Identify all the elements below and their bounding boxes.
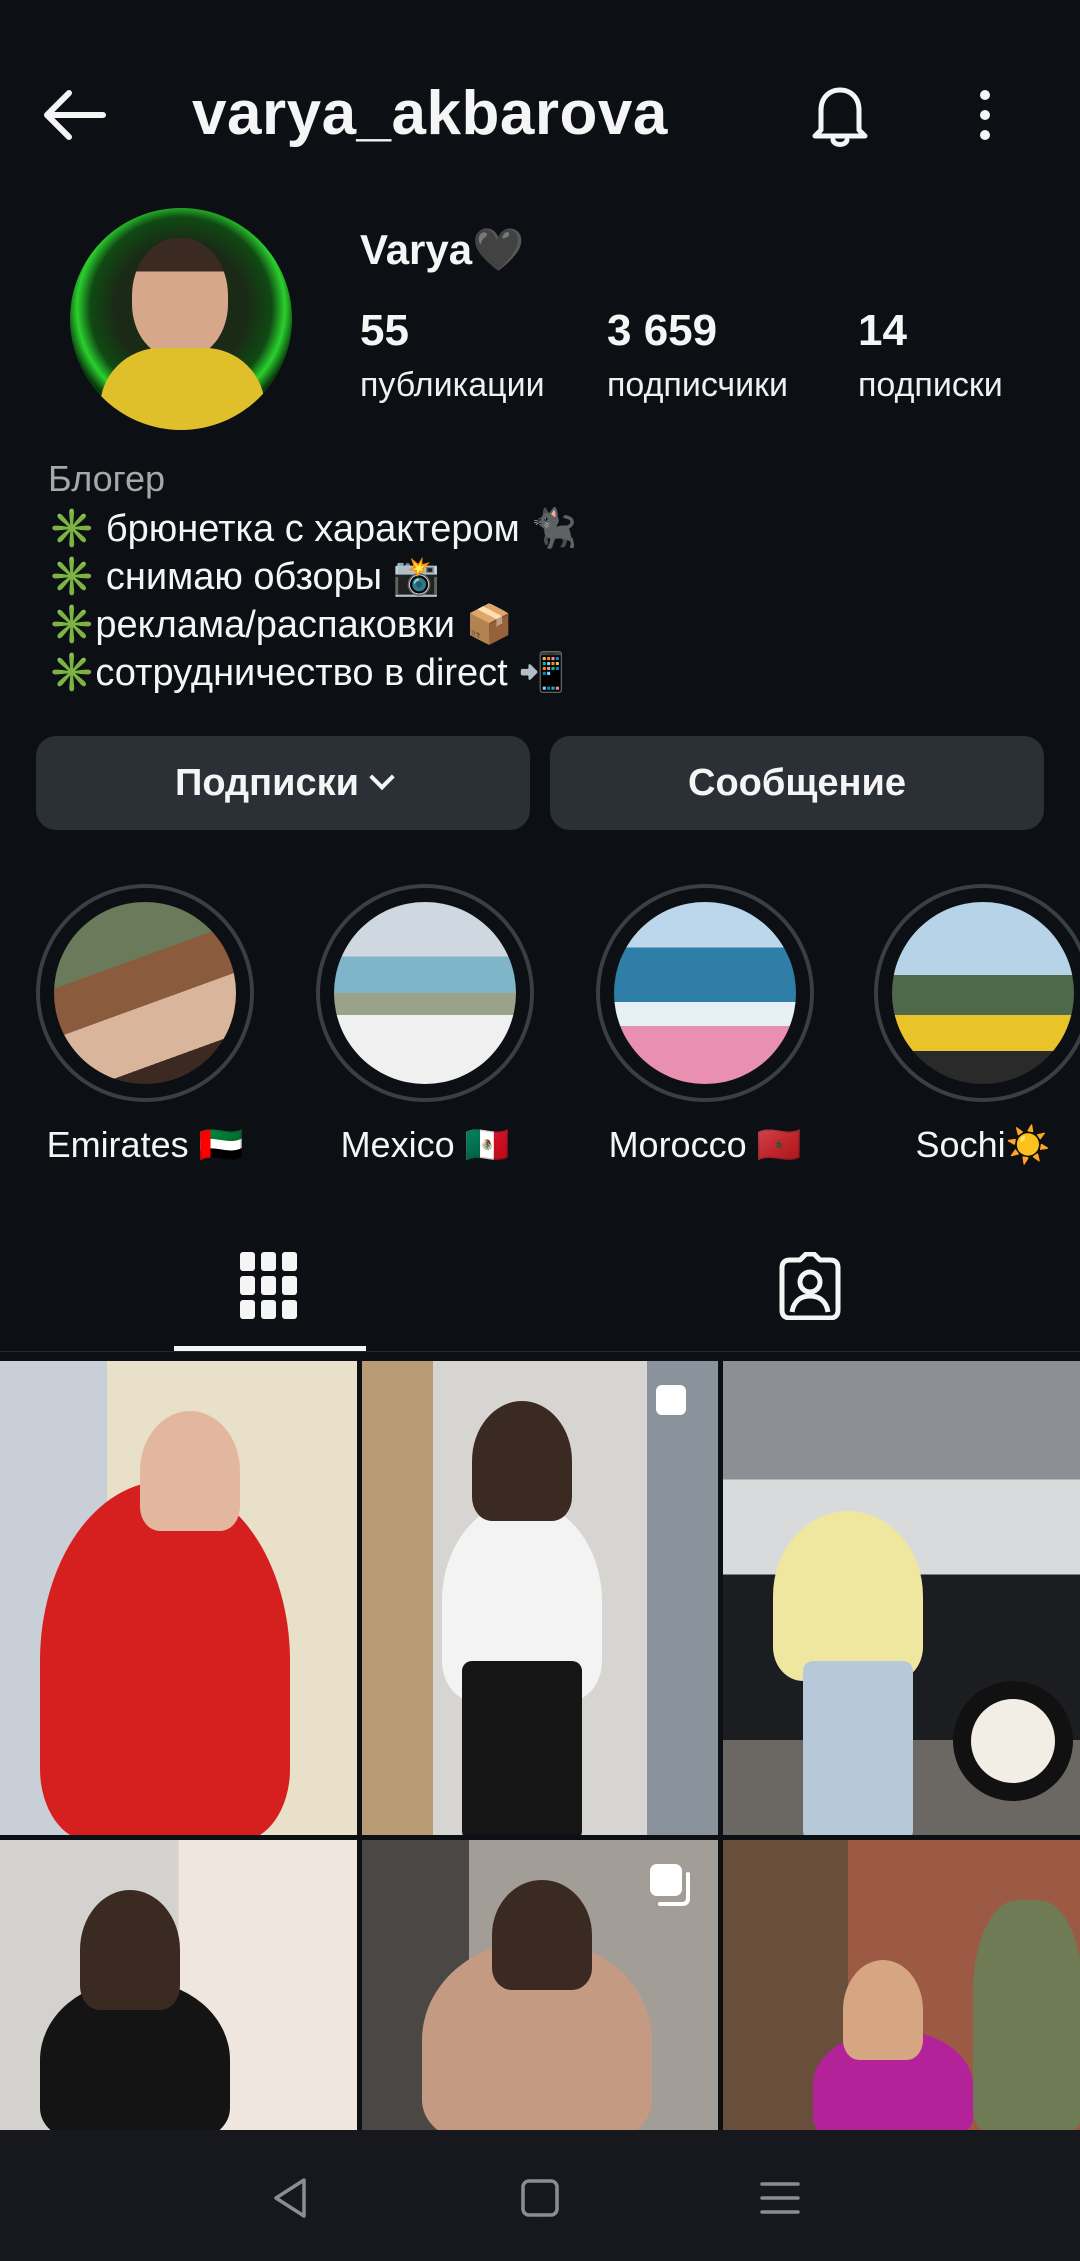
avatar-face — [132, 238, 228, 358]
notifications-button[interactable] — [800, 70, 880, 160]
stat-posts-value: 55 — [360, 306, 409, 355]
highlight-mexico[interactable]: Mexico 🇲🇽 — [312, 884, 538, 1166]
highlight-sochi[interactable]: Sochi☀️ — [870, 884, 1080, 1166]
post-subject — [40, 1481, 290, 1835]
stat-following[interactable]: 14 подписки — [858, 306, 1003, 405]
bio-bullet: ✳️ — [48, 508, 96, 550]
profile-category: Блогер — [48, 458, 166, 499]
post-subject-head — [140, 1411, 240, 1531]
grid-icon — [240, 1252, 297, 1319]
message-button[interactable]: Сообщение — [550, 736, 1044, 830]
post-thumbnail[interactable] — [362, 1840, 718, 2130]
nav-back-button[interactable] — [250, 2165, 330, 2230]
profile-username: varya_akbarova — [192, 79, 668, 148]
highlight-emirates[interactable]: Emirates 🇦🇪 — [32, 884, 258, 1166]
highlight-cover — [54, 902, 236, 1084]
back-arrow-icon — [44, 90, 106, 140]
highlight-label: Mexico 🇲🇽 — [340, 1124, 510, 1165]
bio-bullet: ✳️ — [48, 604, 96, 646]
post-subject — [773, 1511, 923, 1681]
stat-following-value: 14 — [858, 306, 907, 355]
following-button-label: Подписки — [175, 761, 359, 804]
bio-line: ✳️ брюнетка с характером 🐈‍⬛ — [48, 505, 578, 553]
post-subject-head — [472, 1401, 572, 1521]
stat-followers-value: 3 659 — [607, 306, 718, 355]
multiple-photos-icon — [656, 1385, 686, 1415]
following-button[interactable]: Подписки — [36, 736, 530, 830]
multiple-photos-icon — [650, 1864, 690, 1906]
message-button-label: Сообщение — [688, 761, 906, 804]
more-vertical-icon — [980, 90, 990, 140]
post-car-wheel — [953, 1681, 1073, 1801]
post-thumbnail[interactable] — [723, 1840, 1080, 2130]
post-subject-legs — [803, 1661, 913, 1835]
stat-posts[interactable]: 55 публикации — [360, 306, 545, 405]
post-thumbnail[interactable] — [723, 1361, 1080, 1835]
highlight-cover — [614, 902, 796, 1084]
highlight-label: Emirates 🇦🇪 — [46, 1124, 244, 1165]
chevron-down-icon — [369, 764, 395, 791]
highlight-label: Sochi☀️ — [915, 1124, 1051, 1165]
highlight-ring — [36, 884, 254, 1102]
post-subject-head — [80, 1890, 180, 2010]
avatar-jacket — [100, 348, 265, 430]
bio-text: сотрудничество в direct 📲 — [95, 652, 566, 694]
tab-posts-grid[interactable] — [174, 1226, 364, 1346]
nav-home-button[interactable] — [500, 2165, 580, 2230]
stat-posts-label: публикации — [360, 366, 545, 404]
bio-text: снимаю обзоры 📸 — [95, 556, 440, 598]
profile-avatar[interactable] — [70, 208, 292, 430]
tab-tagged[interactable] — [710, 1226, 910, 1346]
bio-text: брюнетка с характером 🐈‍⬛ — [95, 508, 578, 550]
highlight-ring — [316, 884, 534, 1102]
bell-icon — [812, 87, 868, 147]
highlight-cover — [892, 902, 1074, 1084]
nav-back-icon — [274, 2177, 306, 2218]
highlight-ring — [874, 884, 1080, 1102]
nav-menu-icon — [760, 2181, 800, 2214]
post-thumbnail[interactable] — [362, 1361, 718, 1835]
highlight-ring — [596, 884, 814, 1102]
bio-bullet: ✳️ — [48, 652, 96, 694]
bio-line: ✳️сотрудничество в direct 📲 — [48, 649, 578, 697]
more-options-button[interactable] — [950, 70, 1020, 160]
nav-home-icon — [521, 2178, 559, 2217]
bio-line: ✳️реклама/распаковки 📦 — [48, 601, 578, 649]
display-name: Varya🖤 — [360, 226, 525, 273]
post-plant — [973, 1900, 1080, 2130]
bio-line: ✳️ снимаю обзоры 📸 — [48, 553, 578, 601]
post-subject-legs — [462, 1661, 582, 1835]
highlight-label: Morocco 🇲🇦 — [608, 1124, 802, 1165]
stat-following-label: подписки — [858, 366, 1003, 404]
tabs-divider — [0, 1351, 1080, 1352]
bio-text: реклама/распаковки 📦 — [95, 604, 513, 646]
stat-followers[interactable]: 3 659 подписчики — [607, 306, 788, 405]
post-subject-head — [492, 1880, 592, 1990]
bio-bullet: ✳️ — [48, 556, 96, 598]
post-subject-head — [843, 1960, 923, 2060]
nav-recents-button[interactable] — [740, 2165, 820, 2230]
tagged-person-icon — [779, 1252, 841, 1320]
back-button[interactable] — [28, 70, 118, 160]
profile-bio: ✳️ брюнетка с характером 🐈‍⬛ ✳️ снимаю о… — [48, 505, 578, 697]
stat-followers-label: подписчики — [607, 366, 789, 404]
post-thumbnail[interactable] — [0, 1840, 357, 2130]
highlight-cover — [334, 902, 516, 1084]
post-thumbnail[interactable] — [0, 1361, 357, 1835]
highlight-morocco[interactable]: Morocco 🇲🇦 — [592, 884, 818, 1166]
